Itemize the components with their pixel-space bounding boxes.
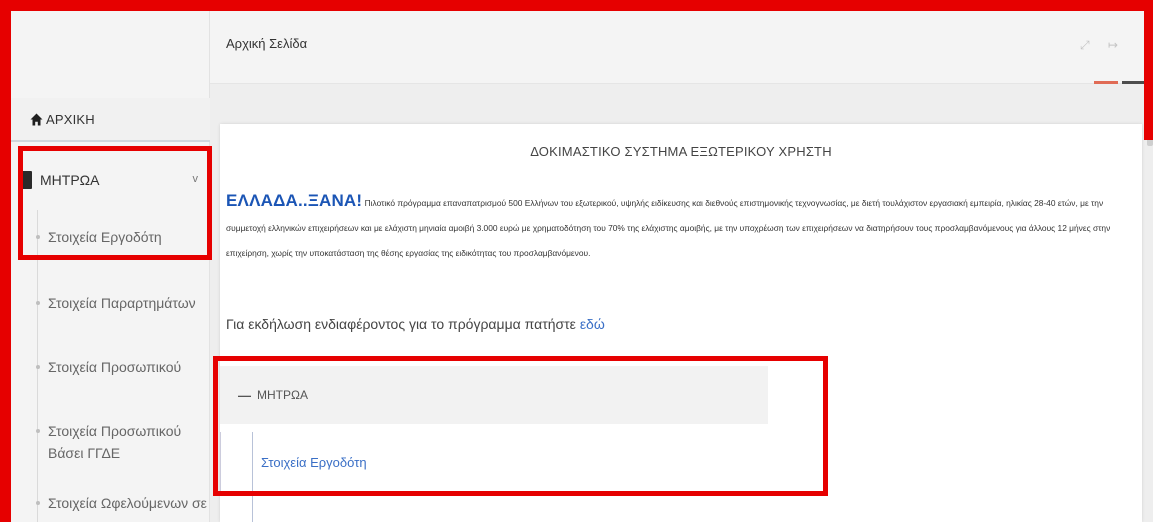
chevron-down-icon: v: [192, 173, 199, 185]
sidebar-item-home-label: ΑΡΧΙΚΗ: [46, 111, 95, 127]
accordion-header-label: ΜΗΤΡΩΑ: [257, 388, 308, 402]
collapse-icon[interactable]: ↦: [1108, 38, 1118, 52]
minus-icon: —: [238, 387, 251, 403]
scrollbar[interactable]: [1147, 86, 1153, 146]
expand-icon[interactable]: ⤢: [1080, 38, 1090, 53]
sidebar: ΑΡΧΙΚΗ ΜΗΤΡΩΑ v Στοιχεία Εργοδότη Στοιχε…: [0, 0, 210, 522]
topbar: Αρχική Σελίδα ⤢ ↦: [210, 0, 1153, 84]
interest-text: Για εκδήλωση ενδιαφέροντος για το πρόγρα…: [226, 316, 576, 332]
sidebar-brand-area: [0, 0, 209, 84]
book-icon: [20, 171, 32, 189]
panel-heading: ΔΟΚΙΜΑΣΤΙΚΟ ΣΥΣΤΗΜΑ ΕΞΩΤΕΡΙΚΟΥ ΧΡΗΣΤΗ: [530, 144, 832, 159]
sidebar-item-staff-ggde[interactable]: Στοιχεία Προσωπικού Βάσει ΓΓΔΕ: [8, 420, 183, 464]
sidebar-item-home[interactable]: ΑΡΧΙΚΗ: [8, 98, 210, 142]
accordion-item-label: Στοιχεία Εργοδότη: [261, 454, 367, 470]
home-icon: [30, 113, 43, 126]
interest-line: Για εκδήλωση ενδιαφέροντος για το πρόγρα…: [226, 316, 605, 332]
page-title: Αρχική Σελίδα: [226, 36, 308, 51]
accordion-line: [252, 432, 253, 522]
intro-paragraph: ΕΛΛΑΔΑ..ΞΑΝΑ! Πιλοτικό πρόγραμμα επαναπα…: [226, 188, 1141, 266]
sidebar-item-beneficiaries[interactable]: Στοιχεία Ωφελούμενων σε: [8, 492, 210, 514]
sidebar-item-mitroa[interactable]: ΜΗΤΡΩΑ v: [8, 150, 210, 210]
brand-title: ΕΛΛΑΔΑ..ΞΑΝΑ!: [226, 191, 363, 210]
app-window: ΑΡΧΙΚΗ ΜΗΤΡΩΑ v Στοιχεία Εργοδότη Στοιχε…: [0, 0, 1153, 522]
sidebar-item-mitroa-label: ΜΗΤΡΩΑ: [40, 172, 100, 188]
sidebar-item-employer[interactable]: Στοιχεία Εργοδότη: [8, 226, 210, 248]
interest-link[interactable]: εδώ: [580, 316, 605, 332]
sidebar-item-branches[interactable]: Στοιχεία Παραρτημάτων: [8, 292, 210, 314]
sidebar-item-staff[interactable]: Στοιχεία Προσωπικού: [8, 356, 210, 378]
accordion-header-mitroa[interactable]: — ΜΗΤΡΩΑ: [220, 366, 768, 424]
accordion-item-employer[interactable]: Στοιχεία Εργοδότη: [220, 432, 768, 492]
